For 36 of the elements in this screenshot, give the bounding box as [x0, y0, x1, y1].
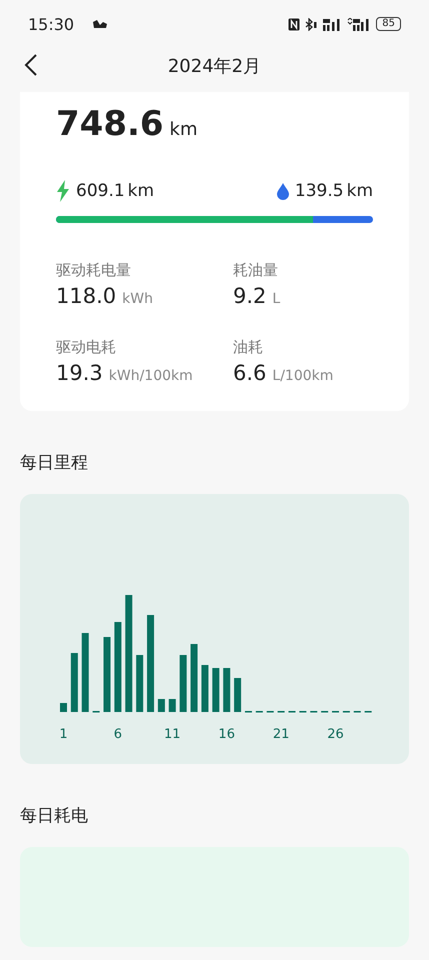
signal-icon [347, 18, 372, 30]
axis-label: 11 [164, 727, 181, 742]
stat-unit: L/100km [272, 368, 334, 384]
stat-value: 6.6 [233, 361, 266, 385]
stat-unit: kWh/100km [108, 368, 193, 384]
stat-label: 油耗 [233, 338, 264, 357]
stat-value: 118.0 [56, 284, 116, 308]
section-title: 每日里程 [20, 452, 89, 474]
stat-unit: kWh [122, 291, 153, 307]
axis-label: 21 [272, 727, 290, 742]
distance-unit: km [346, 181, 373, 201]
distance-unit: km [170, 119, 198, 140]
total-distance: 748.6 [56, 104, 164, 144]
electric-distance: 609.1 [76, 181, 125, 201]
signal-icon [322, 18, 342, 30]
axis-label: 26 [327, 727, 344, 742]
distance-unit: km [128, 181, 154, 201]
stat-label: 耗油量 [233, 261, 279, 280]
stat-value: 9.2 [233, 284, 266, 308]
section-title: 每日耗电 [20, 805, 89, 827]
stat-unit: L [272, 291, 280, 307]
stat-label: 驱动耗电量 [56, 261, 132, 280]
lightning-icon [56, 180, 70, 202]
stat-label: 驱动电耗 [56, 338, 117, 357]
axis-label: 16 [218, 727, 235, 742]
axis-label: 6 [114, 727, 122, 742]
page-title: 2024年2月 [168, 55, 262, 78]
battery-indicator: 85 [376, 17, 401, 31]
drop-icon [276, 182, 289, 200]
status-time: 15:30 [28, 14, 74, 34]
stat-value: 19.3 [56, 361, 103, 385]
back-icon[interactable] [24, 53, 38, 77]
axis-label: 1 [59, 727, 68, 742]
fuel-distance: 139.5 [294, 181, 344, 201]
nfc-icon [288, 18, 300, 30]
bluetooth-icon [305, 18, 318, 30]
